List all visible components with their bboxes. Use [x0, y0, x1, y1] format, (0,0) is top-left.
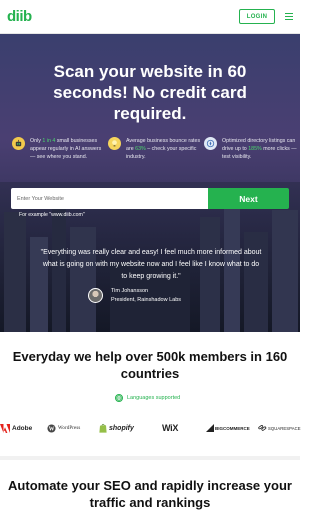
partner-name: SQUARESPACE [268, 425, 301, 431]
hamburger-icon[interactable] [285, 13, 293, 20]
shopify-bag-icon [99, 423, 107, 433]
feature-text-pre: Only [30, 138, 43, 144]
testimonial-author-name: Tim Johansson [111, 288, 149, 294]
globe-icon [115, 394, 123, 402]
robot-icon [12, 137, 25, 150]
languages-supported[interactable]: Languages supported [115, 393, 180, 403]
partner-name: Adobe [12, 424, 33, 432]
lightbulb-icon [108, 137, 121, 150]
website-url-input[interactable] [11, 188, 208, 209]
members-heading: Everyday we help over 500k members in 16… [12, 349, 288, 381]
partner-name: WiX [162, 423, 179, 433]
testimonial-quote: "Everything was really clear and easy! I… [40, 249, 262, 280]
feature-highlight: 63% [135, 146, 146, 152]
hero-section: Scan your website in 60 seconds! No cred… [0, 34, 300, 332]
section-divider [0, 456, 300, 460]
testimonial-author-role: President, Rainshadow Labs [111, 297, 182, 303]
bigcommerce-icon [206, 424, 214, 432]
wordpress-icon: W [47, 423, 56, 432]
wordpress-logo: W WordPress [47, 420, 80, 436]
wix-logo: WiX [162, 420, 178, 436]
automate-heading: Automate your SEO and rapidly increase y… [8, 478, 292, 510]
partner-logos: Adobe W WordPress shopify WiX BIGCOMMERC… [0, 420, 301, 436]
avatar [88, 288, 103, 303]
compass-icon [204, 137, 217, 150]
feature-highlight: 185% [248, 146, 262, 152]
example-hint: For example "www.diib.com" [19, 212, 85, 218]
languages-label: Languages supported [127, 395, 181, 401]
adobe-icon [0, 423, 10, 433]
login-button[interactable]: LOGIN [239, 9, 275, 24]
hero-title: Scan your website in 60 seconds! No cred… [53, 62, 247, 123]
squarespace-logo: SQUARESPACE [258, 420, 301, 436]
adobe-logo: Adobe [0, 420, 32, 436]
partner-name: shopify [109, 424, 134, 432]
site-header: diib LOGIN [0, 0, 300, 34]
next-button[interactable]: Next [208, 188, 289, 209]
bigcommerce-logo: BIGCOMMERCE [206, 420, 250, 436]
partner-name: WordPress [58, 425, 81, 431]
shopify-logo: shopify [99, 420, 134, 436]
feature-highlight: 1 in 4 [42, 138, 56, 144]
diib-logo[interactable]: diib [7, 8, 32, 25]
partner-name: BIGCOMMERCE [215, 425, 250, 431]
svg-text:W: W [49, 426, 55, 432]
squarespace-icon [258, 425, 267, 431]
